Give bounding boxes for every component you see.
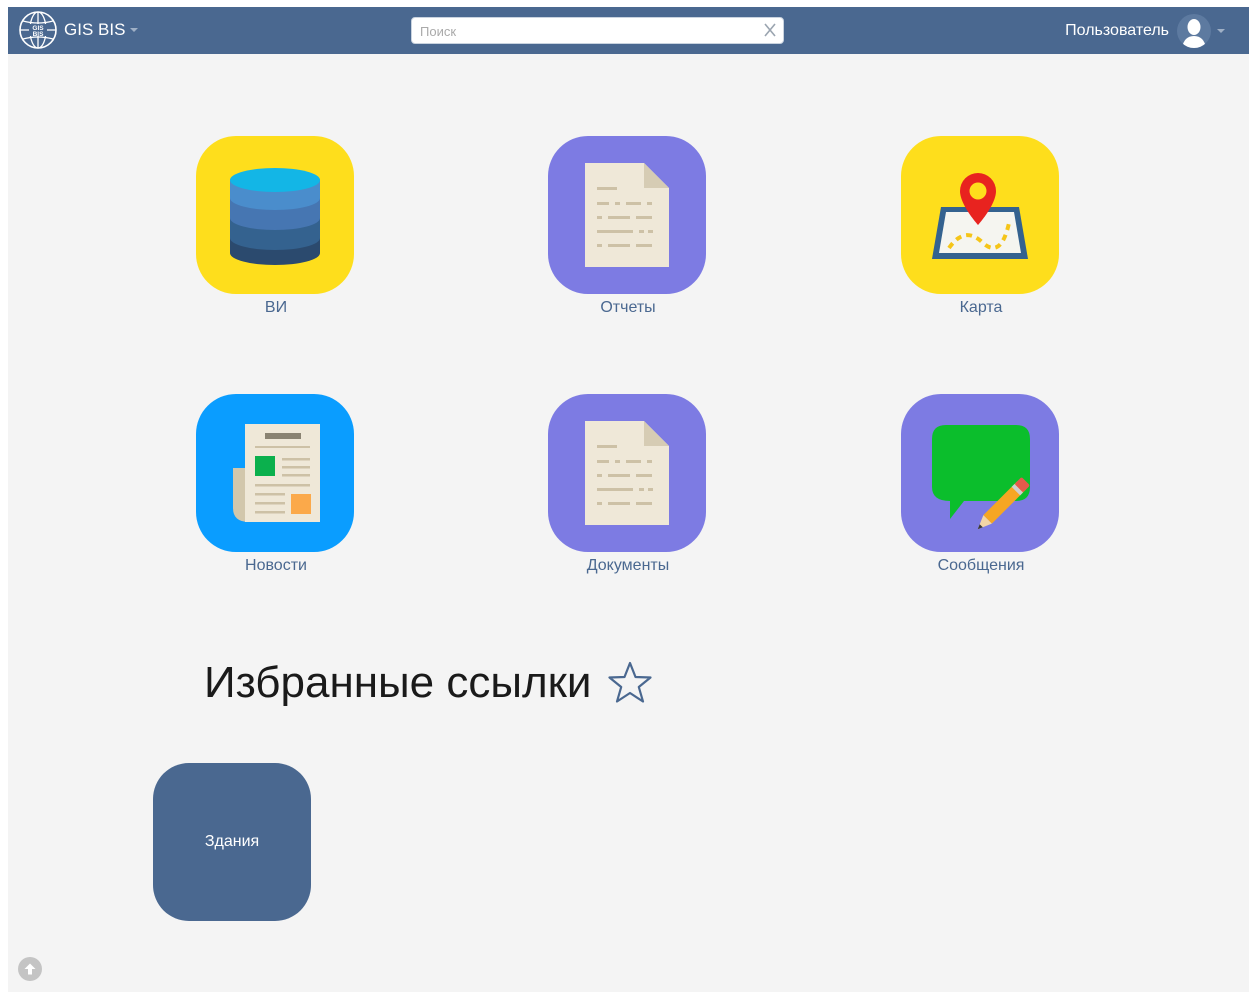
map-pin-icon [901,136,1059,294]
app-tile-label: Сообщения [937,557,1025,574]
arrow-up-circle-icon[interactable] [18,957,42,981]
app-tile-label: Новости [245,557,307,574]
star-outline-icon[interactable] [606,659,654,707]
app-tile-news[interactable]: Новости [196,394,356,575]
brand-title: GIS BIS [64,20,126,39]
favorites-title: Избранные ссылки [204,658,592,707]
app-tile-reports[interactable]: Отчеты [548,136,708,317]
database-icon [196,136,354,294]
globe-gis-logo-icon: GIS BIS [18,10,58,50]
user-name: Пользователь [1065,22,1169,39]
app-tile-messages[interactable]: Сообщения [901,394,1061,575]
app-tile-label: Отчеты [600,299,656,316]
chevron-down-icon [1217,29,1225,33]
svg-text:BIS: BIS [33,31,45,38]
app-tile-label: Карта [959,299,1003,316]
document-icon [548,136,706,294]
app-tile-vi[interactable]: ВИ [196,136,356,317]
app-frame: GIS BIS GIS BIS Пользователь [8,7,1249,992]
newspaper-icon [196,394,354,552]
favorite-link-tile[interactable]: Здания [153,763,311,921]
user-silhouette-icon [1177,14,1211,48]
top-navbar: GIS BIS GIS BIS Пользователь [8,7,1249,54]
brand-menu[interactable]: GIS BIS GIS BIS [18,10,139,50]
close-icon[interactable] [763,22,777,43]
search-box [411,17,784,44]
app-tile-label: ВИ [264,299,288,316]
app-tile-map[interactable]: Карта [901,136,1061,317]
favorites-heading: Избранные ссылки [204,658,654,708]
document-icon [548,394,706,552]
favorite-link-label: Здания [204,833,260,850]
app-tile-documents[interactable]: Документы [548,394,708,575]
chevron-down-icon [130,28,139,32]
user-menu[interactable]: Пользователь [1065,13,1225,49]
search-input[interactable] [420,22,750,40]
app-tile-label: Документы [586,557,670,574]
chat-bubble-pencil-icon [901,394,1059,552]
